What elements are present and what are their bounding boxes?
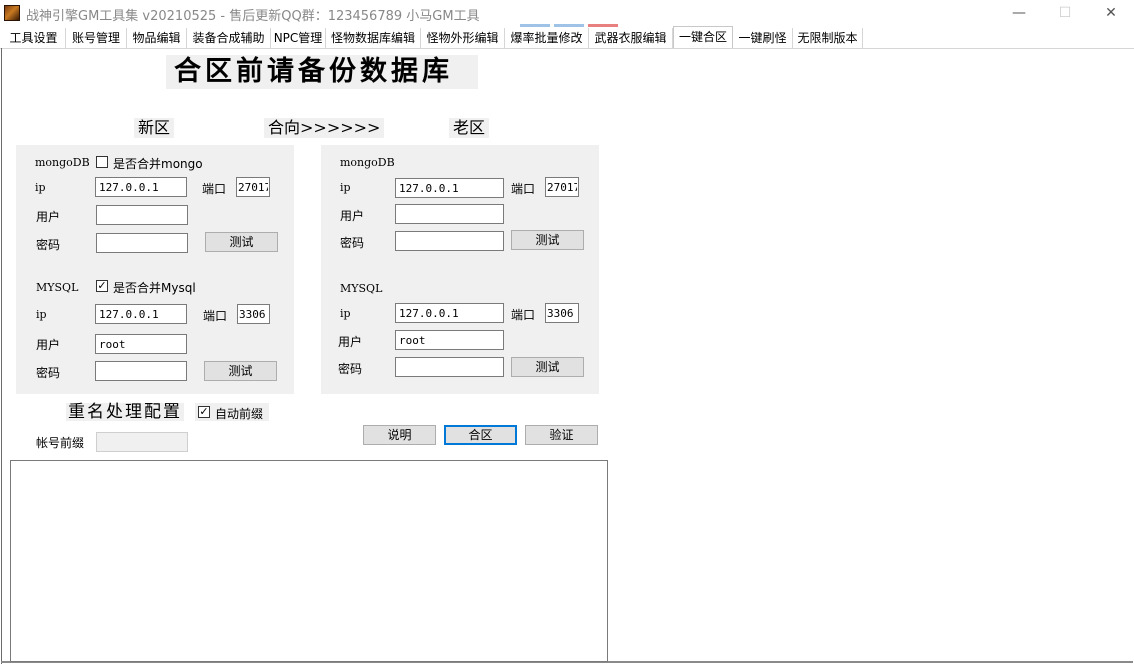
tab-unlimited-version[interactable]: 无限制版本 [793,28,863,48]
new-mongo-port-input[interactable] [236,177,270,197]
new-mongo-merge-label: 是否合并mongo [113,157,203,171]
tab-monster-look-edit[interactable]: 怪物外形编辑 [421,28,505,48]
old-mongo-password-input[interactable] [395,231,504,251]
merge-button[interactable]: 合区 [444,425,517,445]
window-title: 战神引擎GM工具集 v20210525 - 售后更新QQ群：123456789 … [26,9,480,24]
new-mysql-port-label: 端口 [203,309,228,323]
title-decoration [520,24,550,27]
new-mysql-password-input[interactable] [95,361,187,381]
new-mysql-user-input[interactable] [95,334,187,354]
tab-one-key-spawn[interactable]: 一键刷怪 [733,28,793,48]
new-mongo-user-label: 用户 [36,210,61,224]
old-mysql-password-label: 密码 [338,362,363,376]
maximize-icon[interactable]: ☐ [1042,0,1088,26]
title-decoration [554,24,584,27]
backup-warning-banner: 合区前请备份数据库 [166,55,478,89]
merge-direction-label: 合向>>>>>> [264,118,385,138]
tab-monster-db-edit[interactable]: 怪物数据库编辑 [326,28,421,48]
new-mysql-ip-input[interactable] [95,304,187,324]
old-mysql-ip-input[interactable] [395,303,504,323]
new-mongo-user-input[interactable] [96,205,188,225]
new-mysql-test-button[interactable]: 测试 [204,361,277,381]
old-mongo-ip-input[interactable] [395,178,504,198]
tab-one-key-merge[interactable]: 一键合区 [673,26,733,48]
old-mongo-user-label: 用户 [340,209,365,223]
old-mongo-test-button[interactable]: 测试 [511,230,584,250]
app-icon [4,5,20,21]
new-mysql-merge-label: 是否合并Mysql [113,281,196,295]
old-mysql-section-label: MYSQL [340,282,383,295]
old-mongo-user-input[interactable] [395,204,504,224]
auto-prefix-label: 自动前缀 [215,407,264,421]
old-mysql-test-button[interactable]: 测试 [511,357,584,377]
new-mongo-section-label: mongoDB [35,156,90,169]
new-mysql-password-label: 密码 [36,366,61,380]
title-bar: 战神引擎GM工具集 v20210525 - 售后更新QQ群：123456789 … [0,0,1134,27]
close-icon[interactable]: ✕ [1088,0,1134,26]
auto-prefix-checkbox[interactable]: ✓ [198,406,210,418]
old-mongo-port-input[interactable] [545,177,579,197]
new-mysql-user-label: 用户 [36,338,61,352]
new-mongo-test-button[interactable]: 测试 [205,232,278,252]
old-mongo-password-label: 密码 [340,236,365,250]
minimize-icon[interactable]: — [996,0,1042,26]
tab-weapon-cloth-edit[interactable]: 武器衣服编辑 [589,28,673,48]
rename-config-title: 重名处理配置 [66,402,184,422]
tab-npc-management[interactable]: NPC管理 [271,28,326,48]
new-mysql-section-label: MYSQL [36,281,79,294]
new-mongo-ip-input[interactable] [95,177,187,197]
new-mysql-ip-label: ip [36,308,47,321]
old-mysql-port-input[interactable] [545,303,579,323]
title-decoration [588,24,618,27]
help-button[interactable]: 说明 [363,425,436,445]
verify-button[interactable]: 验证 [525,425,598,445]
new-mongo-port-label: 端口 [202,182,227,196]
old-mysql-user-label: 用户 [338,335,363,349]
content-frame-left [1,48,2,664]
new-mysql-merge-checkbox[interactable]: ✓ [96,280,108,292]
new-mongo-merge-checkbox[interactable] [96,156,108,168]
account-prefix-input[interactable] [96,432,188,452]
tab-equip-synthesis[interactable]: 装备合成辅助 [187,28,271,48]
tab-account-management[interactable]: 账号管理 [66,28,127,48]
old-mongo-section-label: mongoDB [340,156,395,169]
log-output-textarea[interactable] [10,460,608,662]
old-mysql-ip-label: ip [340,307,351,320]
old-mongo-port-label: 端口 [511,182,536,196]
old-mongo-ip-label: ip [340,181,351,194]
old-mysql-port-label: 端口 [511,308,536,322]
tab-item-edit[interactable]: 物品编辑 [127,28,187,48]
old-zone-label: 老区 [449,118,490,138]
tab-drop-rate-edit[interactable]: 爆率批量修改 [505,28,589,48]
old-mysql-password-input[interactable] [395,357,504,377]
new-mongo-password-label: 密码 [36,238,61,252]
new-zone-label: 新区 [134,118,175,138]
old-mysql-user-input[interactable] [395,330,504,350]
tab-bar: 工具设置 账号管理 物品编辑 装备合成辅助 NPC管理 怪物数据库编辑 怪物外形… [0,26,1134,49]
new-mongo-password-input[interactable] [96,233,188,253]
account-prefix-label: 帐号前缀 [36,436,85,450]
tab-tool-settings[interactable]: 工具设置 [2,28,66,48]
new-mysql-port-input[interactable] [237,304,270,324]
new-mongo-ip-label: ip [35,181,46,194]
